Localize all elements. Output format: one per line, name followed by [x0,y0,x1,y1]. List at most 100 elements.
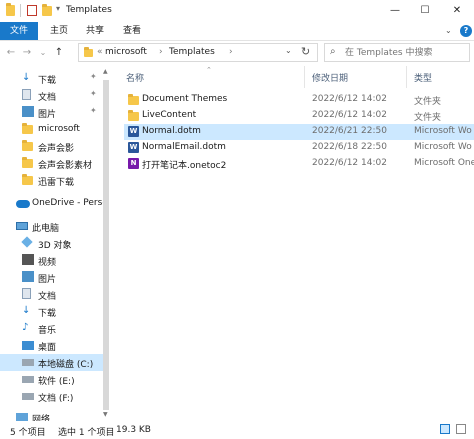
sidebar-item-this-pc[interactable]: 此电脑 [0,218,104,235]
folder-icon [6,3,15,16]
file-row[interactable]: LiveContent 2022/6/12 14:02 文件夹 [124,108,474,124]
sidebar-item-videos[interactable]: 视频 [0,252,104,269]
divider [20,4,21,17]
desktop-icon [22,341,34,350]
file-row[interactable]: N 打开笔记本.onetoc2 2022/6/12 14:02 Microsof… [124,156,474,172]
scroll-down-arrow-icon[interactable]: ▼ [103,411,108,418]
up-arrow-icon[interactable]: ↑ [52,45,66,61]
address-bar[interactable]: « microsoft › Templates › ⌄ ↻ [78,43,318,62]
sidebar-item-pictures-pc[interactable]: 图片 [0,269,104,286]
sidebar-item-huishenghuiying[interactable]: 会声会影 [0,138,104,155]
sidebar-item-documents-pc[interactable]: 文档 [0,286,104,303]
breadcrumb-templates[interactable]: Templates [169,47,215,57]
file-row[interactable]: Document Themes 2022/6/12 14:02 文件夹 [124,92,474,108]
title-bar: ▾ Templates — ☐ ✕ [0,0,474,22]
large-icons-view-icon[interactable] [456,424,466,434]
file-name: 打开笔记本.onetoc2 [142,161,227,171]
file-modified: 2022/6/12 14:02 [312,94,387,104]
file-row[interactable]: W NormalEmail.dotm 2022/6/18 22:50 Micro… [124,140,474,156]
address-history-chevron-icon[interactable]: ⌄ [285,46,292,55]
drive-icon [22,376,34,383]
music-icon: ♪ [22,322,29,333]
sidebar-item-label: OneDrive - Perso [32,198,108,208]
breadcrumb-separator: › [159,47,163,57]
search-input[interactable] [345,45,465,60]
status-bar: 5 个项目 选中 1 个项目 19.3 KB [0,421,474,439]
sidebar-item-pictures[interactable]: 图片 ✦ [0,104,104,121]
sidebar-item-downloads[interactable]: ↓ 下载 ✦ [0,70,104,87]
breadcrumb-separator: › [229,47,233,57]
pin-icon: ✦ [90,89,97,98]
file-type: Microsoft Wo [414,142,472,152]
column-header-modified[interactable]: 修改日期 [312,71,348,84]
sidebar-item-xunlei-downloads[interactable]: 迅雷下载 [0,172,104,189]
sidebar-item-documents[interactable]: 文档 ✦ [0,87,104,104]
folder-icon [128,110,139,121]
forward-arrow-icon[interactable]: → [20,45,34,61]
column-header-type[interactable]: 类型 [414,71,432,84]
word-template-icon: W [128,142,139,153]
new-folder-icon[interactable] [42,4,52,16]
pictures-icon [22,106,34,117]
close-button[interactable]: ✕ [442,0,472,22]
details-view-icon[interactable] [440,424,450,434]
maximize-button[interactable]: ☐ [410,0,440,22]
scroll-up-arrow-icon[interactable]: ▲ [103,68,108,75]
quick-access-dropdown-icon[interactable]: ▾ [56,4,60,17]
breadcrumb-microsoft[interactable]: microsoft [105,47,147,57]
sidebar-item-label: 网络 [32,415,51,421]
sidebar-item-network[interactable]: 网络 [0,409,104,421]
recent-locations-chevron-icon[interactable]: ⌄ [36,45,50,61]
back-arrow-icon[interactable]: ← [4,45,18,61]
file-row[interactable]: W Normal.dotm 2022/6/21 22:50 Microsoft … [124,124,474,140]
sidebar-item-label: 本地磁盘 (C:) [38,360,94,370]
document-icon [22,288,31,299]
column-header-name[interactable]: 名称 [126,71,144,84]
sidebar-item-label: 图片 [38,110,57,120]
sidebar-item-label: 文档 [38,93,57,103]
sidebar-item-drive-f[interactable]: 文档 (F:) [0,388,104,405]
onenote-icon: N [128,158,139,169]
expand-ribbon-icon[interactable]: ⌄ [445,22,452,40]
sidebar-item-drive-e[interactable]: 软件 (E:) [0,371,104,388]
drive-icon [22,393,34,400]
tab-file[interactable]: 文件 [0,22,38,40]
scrollbar-thumb[interactable] [103,80,109,410]
folder-icon [128,94,139,105]
sidebar-item-3d-objects[interactable]: 3D 对象 [0,235,104,252]
column-divider[interactable] [304,66,305,88]
file-modified: 2022/6/12 14:02 [312,110,387,120]
folder-icon [22,174,33,185]
network-icon [16,413,28,421]
properties-icon[interactable] [27,5,37,16]
sidebar-item-downloads-pc[interactable]: ↓ 下载 [0,303,104,320]
sidebar-item-desktop[interactable]: 桌面 [0,337,104,354]
refresh-icon[interactable]: ↻ [301,45,310,58]
download-icon: ↓ [22,305,31,316]
sidebar-item-label: 会声会影素材 [38,161,93,171]
sidebar-item-label: 此电脑 [32,224,60,234]
file-modified: 2022/6/18 22:50 [312,142,387,152]
sidebar-item-onedrive[interactable]: OneDrive - Perso [0,195,108,212]
file-modified: 2022/6/21 22:50 [312,126,387,136]
tab-share[interactable]: 共享 [86,22,104,40]
tab-home[interactable]: 主页 [50,22,68,40]
sidebar-item-label: 3D 对象 [38,241,72,251]
file-name: Document Themes [142,94,228,104]
sidebar-item-huishenghuiying-sucai[interactable]: 会声会影素材 [0,155,104,172]
tab-view[interactable]: 查看 [123,22,141,40]
nav-pane-scrollbar[interactable]: ▲ ▼ [102,66,110,421]
selection-count: 选中 1 个项目 [58,428,115,438]
sidebar-item-local-disk-c[interactable]: 本地磁盘 (C:) [0,354,104,371]
search-box[interactable]: ⌕ [324,43,470,62]
column-divider[interactable] [406,66,407,88]
sidebar-item-microsoft[interactable]: microsoft [0,121,104,138]
help-icon[interactable]: ? [460,25,472,37]
file-type: Microsoft One [414,158,474,168]
address-prefix: « [97,47,103,57]
sidebar-item-music[interactable]: ♪ 音乐 [0,320,104,337]
sidebar-item-label: 音乐 [38,326,57,336]
file-name: Normal.dotm [142,126,201,136]
minimize-button[interactable]: — [380,0,410,22]
navigation-bar: ← → ⌄ ↑ « microsoft › Templates › ⌄ ↻ ⌕ [0,41,474,65]
